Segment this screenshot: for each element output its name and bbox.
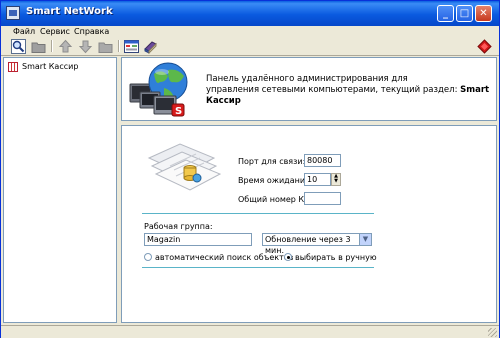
header-line-2-text: управления сетевыми компьютерами, текущи… [206, 85, 458, 95]
auto-search-radio[interactable] [144, 253, 152, 261]
tree-item-label: Smart Кассир [22, 62, 79, 71]
exit-icon [477, 39, 492, 54]
timeout-input[interactable] [304, 173, 331, 186]
app-window: Smart NetWork _ □ ✕ Файл Сервис Справка [0, 0, 500, 338]
menu-bar: Файл Сервис Справка [1, 26, 499, 38]
svg-text:S: S [175, 106, 182, 117]
arrow-down-icon [78, 40, 93, 54]
move-up-button[interactable] [58, 39, 73, 54]
port-input[interactable] [304, 154, 341, 167]
section-divider-bottom [142, 267, 374, 268]
manual-select-label[interactable]: выбирать в ручную [295, 253, 377, 262]
folder-button[interactable] [98, 39, 113, 54]
maximize-button[interactable]: □ [456, 5, 473, 22]
navigation-tree: Smart Кассир [3, 57, 117, 323]
refresh-interval-select[interactable]: Обновление через 3 мин. ▼ [262, 233, 372, 255]
toolbar-separator [118, 40, 120, 52]
header-panel: S Панель удалённого администрирования дл… [121, 57, 497, 121]
header-line-2: управления сетевыми компьютерами, текущи… [206, 85, 496, 107]
menu-service[interactable]: Сервис [40, 27, 70, 36]
window-title: Smart NetWork [26, 6, 113, 17]
auto-search-label[interactable]: автоматический поиск объектов [155, 253, 293, 262]
menu-help[interactable]: Справка [74, 27, 109, 36]
timeout-stepper[interactable]: ▲ ▼ [331, 173, 341, 186]
folder-gray-icon [98, 42, 113, 53]
close-button[interactable]: ✕ [475, 5, 492, 22]
menu-file[interactable]: Файл [13, 27, 35, 36]
minimize-icon: _ [443, 8, 448, 19]
search-icon [11, 39, 26, 54]
books-button[interactable] [143, 39, 158, 55]
minimize-button[interactable]: _ [437, 5, 454, 22]
port-label: Порт для связи: [238, 157, 306, 166]
dropdown-arrow-icon[interactable]: ▼ [359, 234, 371, 245]
documents-database-icon [147, 143, 222, 191]
kkm-number-input[interactable] [304, 192, 341, 205]
toolbar-separator [51, 40, 53, 52]
toolbar [1, 38, 499, 56]
window-icon [124, 40, 139, 53]
title-bar[interactable]: Smart NetWork _ □ ✕ [1, 1, 499, 26]
header-line-1: Панель удалённого администрирования для [206, 74, 408, 84]
exit-button[interactable] [477, 39, 492, 54]
arrow-up-icon [58, 39, 73, 53]
open-button[interactable] [31, 39, 46, 54]
network-globe-icon: S [129, 62, 188, 117]
section-divider [142, 213, 374, 214]
app-icon [6, 6, 20, 20]
search-button[interactable] [11, 39, 26, 54]
close-icon: ✕ [479, 8, 488, 19]
timeout-label: Время ожидания: [238, 176, 313, 185]
workgroup-input[interactable] [144, 233, 252, 246]
window-button[interactable] [124, 39, 139, 54]
books-icon [144, 41, 157, 55]
maximize-icon: □ [459, 8, 470, 19]
resize-grip-icon[interactable] [488, 328, 497, 337]
header-description: Панель удалённого администрирования для … [206, 74, 496, 107]
chevron-down-icon[interactable]: ▼ [332, 179, 340, 184]
status-bar [1, 325, 499, 338]
refresh-interval-value: Обновление через 3 мин. [265, 235, 351, 255]
settings-panel: Порт для связи: Время ожидания: ▲ ▼ Общи… [121, 125, 497, 323]
grid-icon [8, 62, 18, 72]
workgroup-label: Рабочая группа: [144, 222, 213, 231]
manual-select-radio[interactable] [284, 253, 292, 261]
move-down-button[interactable] [78, 39, 93, 54]
folder-icon [31, 42, 46, 53]
